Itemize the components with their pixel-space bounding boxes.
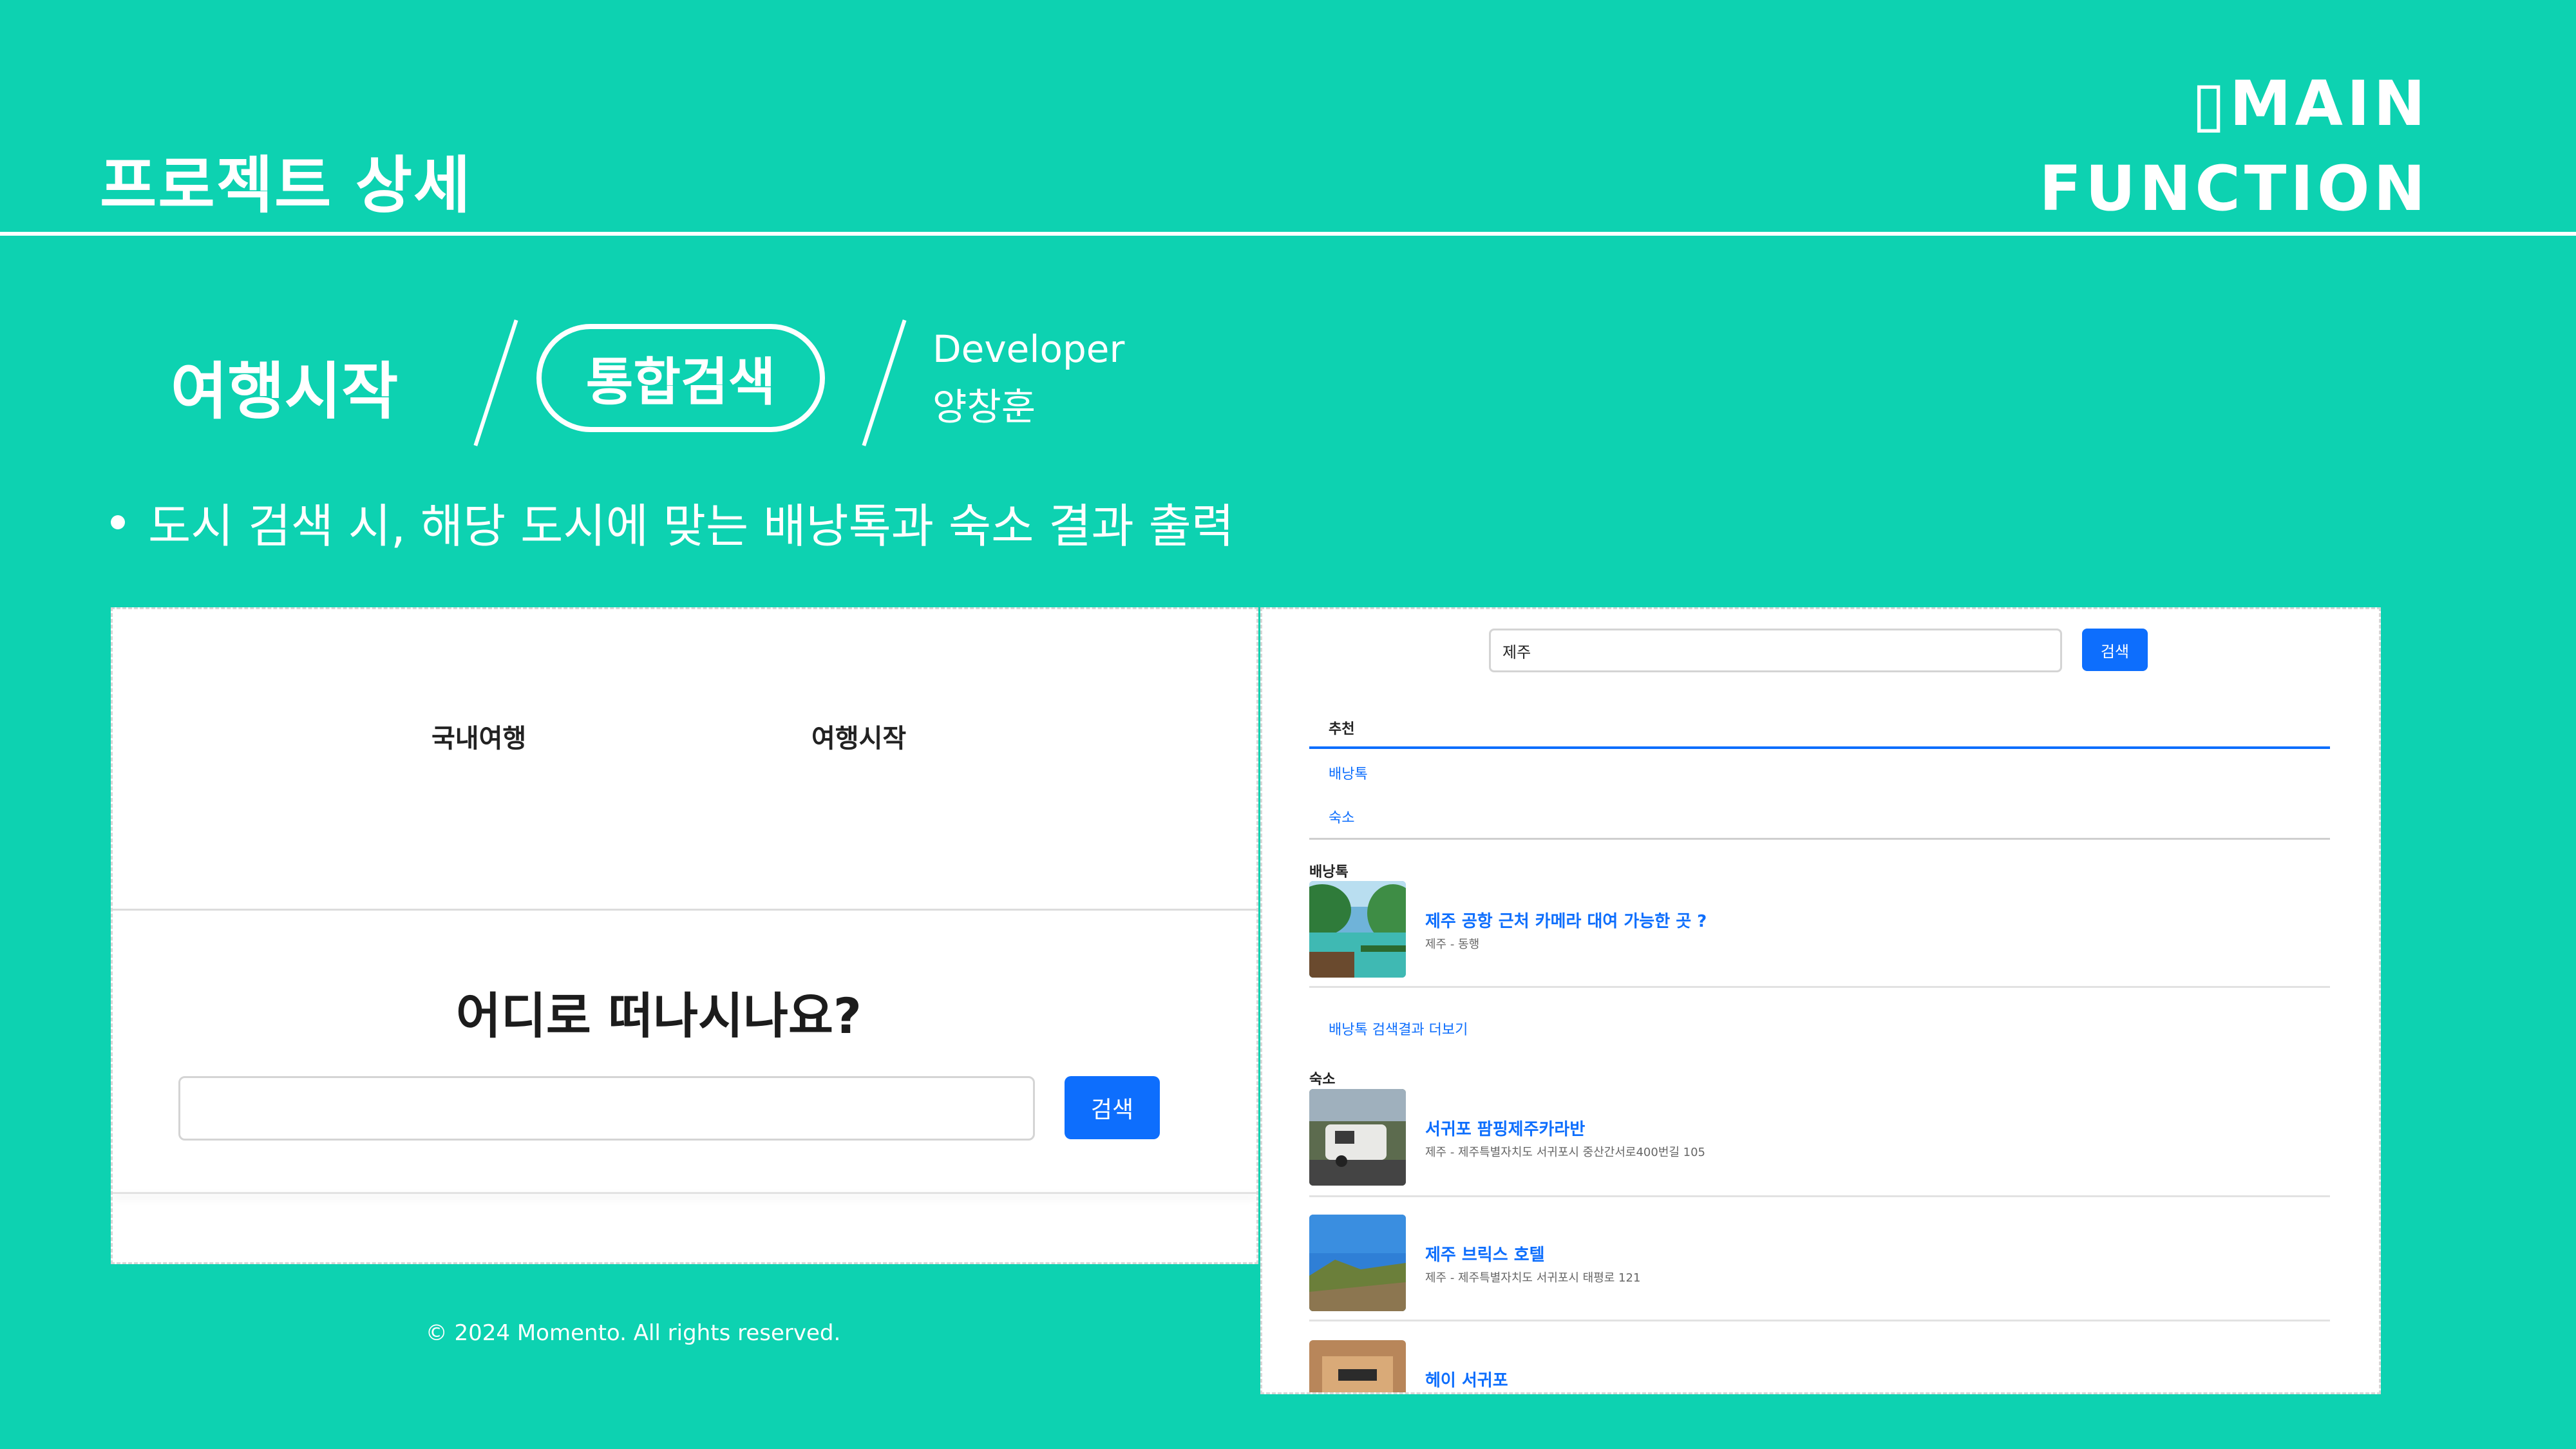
header-divider (0, 232, 2576, 236)
search-input[interactable] (178, 1076, 1035, 1141)
feature-pill: 통합검색 (536, 324, 825, 432)
page-title: 프로젝트 상세 (100, 149, 472, 222)
section-label-line1: ▯MAIN (2192, 68, 2429, 140)
nav-domestic-travel[interactable]: 국내여행 (431, 717, 526, 755)
search-results-screenshot: 제주 검색 추천 배낭톡 숙소 배낭톡 제주 공항 근처 카메라 대여 가능한 … (1260, 607, 2381, 1394)
caravan-photo-icon (1309, 1089, 1406, 1186)
nav-divider (113, 909, 1256, 911)
hero-title: 어디로 떠나시나요? (456, 987, 862, 1045)
list-item-title[interactable]: 제주 브릭스 호텔 (1425, 1242, 1545, 1265)
feature-description: 도시 검색 시, 해당 도시에 맞는 배낭톡과 숙소 결과 출력 (111, 488, 1234, 556)
tab-lodging[interactable]: 숙소 (1329, 806, 1354, 827)
item-divider (1309, 986, 2330, 988)
slash-divider (473, 319, 518, 446)
lodging-section-heading: 숙소 (1309, 1072, 1336, 1088)
feature-description-text: 도시 검색 시, 해당 도시에 맞는 배낭톡과 숙소 결과 출력 (148, 499, 1235, 553)
developer-role: Developer (933, 327, 1125, 371)
footer (111, 1264, 1258, 1449)
list-item-subtitle: 제주 - 제주특별자치도 서귀포시 중산간서로400번길 105 (1425, 1146, 1706, 1159)
search-button[interactable]: 검색 (1065, 1076, 1160, 1139)
coast-photo-icon (1309, 1215, 1406, 1311)
bullet-icon (111, 515, 125, 529)
feature-group-name: 여행시작 (171, 355, 399, 428)
section-label: ▯MAIN FUNCTION (2040, 61, 2429, 231)
slash-divider (862, 319, 907, 446)
list-item[interactable]: 제주 공항 근처 카메라 대여 가능한 곳 ? 제주 - 동행 (1309, 881, 2330, 979)
list-item-title[interactable]: 헤이 서귀포 (1425, 1367, 1508, 1391)
list-item[interactable]: 제주 브릭스 호텔 제주 - 제주특별자치도 서귀포시 태평로 121 (1309, 1215, 2330, 1312)
section-label-line2: FUNCTION (2039, 153, 2429, 225)
item-divider (1309, 1320, 2330, 1321)
results-search-input[interactable]: 제주 (1489, 629, 2062, 672)
footer-copyright: © 2024 Momento. All rights reserved. (425, 1320, 841, 1346)
item-divider (1309, 1195, 2330, 1197)
backpack-section-heading: 배낭톡 (1309, 864, 1349, 880)
list-item-subtitle: 제주 - 동행 (1425, 938, 1480, 951)
list-item-title[interactable]: 제주 공항 근처 카메라 대여 가능한 곳 ? (1425, 908, 1707, 932)
results-search-button[interactable]: 검색 (2082, 629, 2148, 671)
list-item-subtitle: 제주 - 제주특별자치도 서귀포시 태평로 121 (1425, 1271, 1641, 1285)
tab-recommended[interactable]: 추천 (1329, 717, 1354, 738)
lobby-photo-icon (1309, 1340, 1406, 1392)
list-item-title[interactable]: 서귀포 팜핑제주카라반 (1425, 1116, 1585, 1140)
list-item[interactable]: 헤이 서귀포 (1309, 1340, 2330, 1392)
list-item[interactable]: 서귀포 팜핑제주카라반 제주 - 제주특별자치도 서귀포시 중산간서로400번길… (1309, 1089, 2330, 1187)
nav-start-travel[interactable]: 여행시작 (811, 717, 906, 755)
tabs-divider (1309, 838, 2330, 840)
backpack-more-link[interactable]: 배낭톡 검색결과 더보기 (1329, 1018, 1468, 1039)
developer-name: 양창훈 (933, 385, 1036, 429)
tab-backpack-talk[interactable]: 배낭톡 (1329, 762, 1368, 783)
home-screenshot: 국내여행 여행시작 어디로 떠나시나요? 검색 (111, 607, 1258, 1264)
active-tab-underline (1309, 746, 2330, 749)
missing-glyph-icon: ▯ (2192, 68, 2230, 140)
content-divider (113, 1192, 1256, 1194)
lagoon-photo-icon (1309, 881, 1406, 978)
